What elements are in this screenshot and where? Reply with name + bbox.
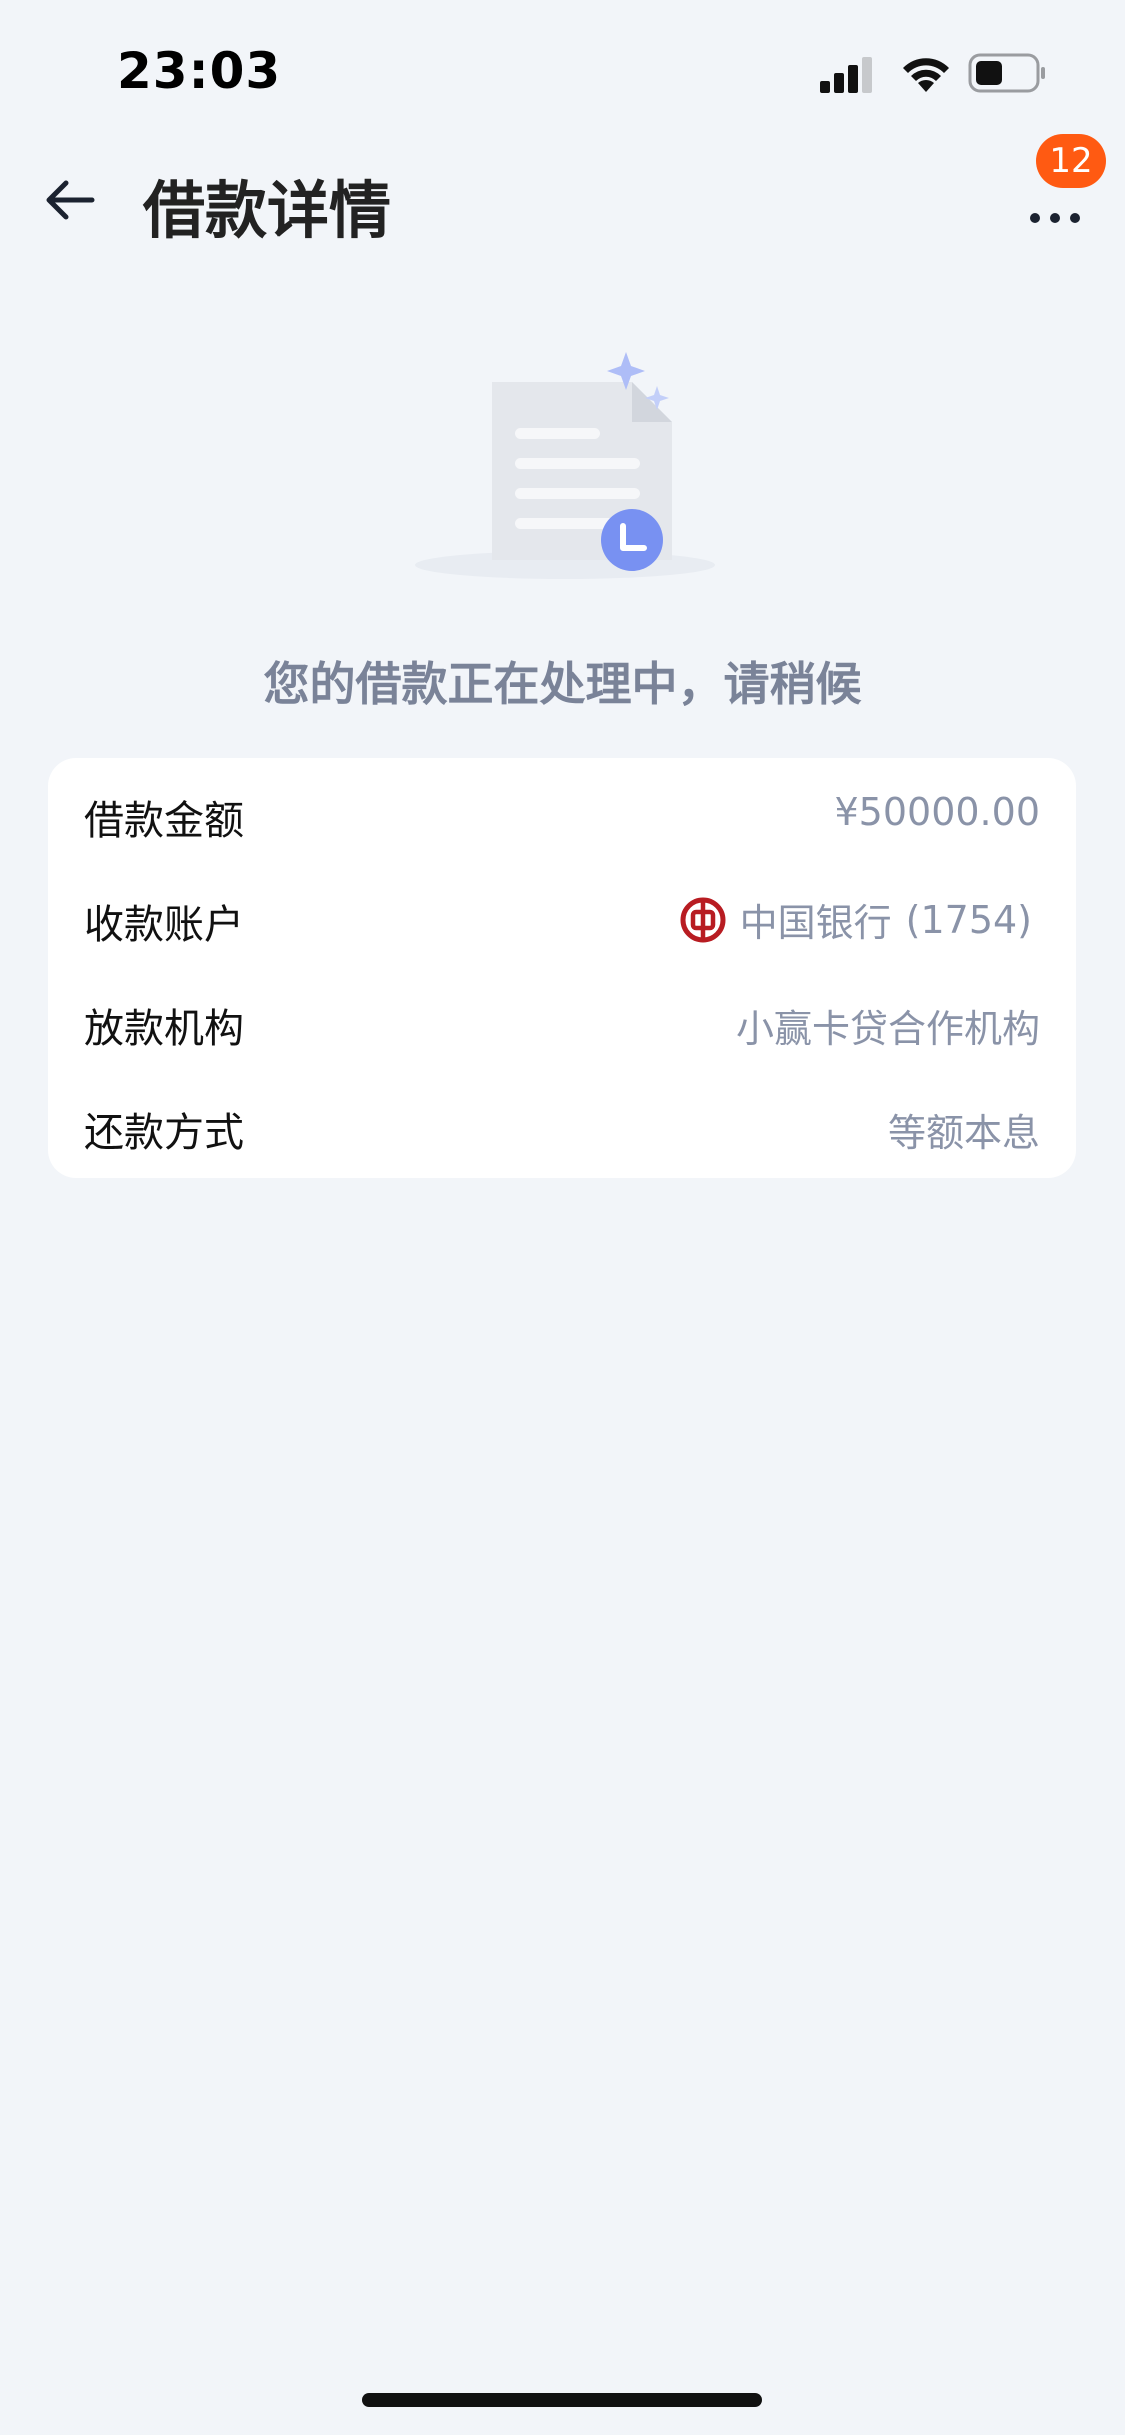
detail-row-receiving-account: 收款账户 中国银行 (1754) — [48, 864, 1076, 968]
document-pending-illustration — [415, 352, 715, 579]
status-time: 23:03 — [117, 42, 282, 100]
receiving-account-label: 收款账户 — [84, 902, 244, 948]
more-button[interactable] — [1025, 180, 1095, 240]
arrow-left-icon — [46, 180, 95, 220]
receiving-account-value: 中国银行 (1754) — [680, 892, 1032, 947]
status-bar: 23:03 — [0, 0, 1125, 140]
home-indicator[interactable] — [362, 2393, 762, 2407]
lending-institution-value: 小赢卡贷合作机构 — [735, 1007, 1040, 1051]
detail-row-loan-amount: 借款金额 ¥50000.00 — [48, 760, 1076, 864]
wifi-icon — [903, 58, 949, 92]
repayment-method-label: 还款方式 — [84, 1110, 244, 1156]
processing-message: 您的借款正在处理中，请稍候 — [263, 657, 862, 711]
loan-detail-card: 借款金额 ¥50000.00 收款账户 中国银行 (1754) 放款机构 小赢卡… — [48, 758, 1076, 1178]
loan-amount-value: ¥50000.00 — [834, 790, 1041, 834]
more-dots-icon — [1030, 213, 1080, 223]
notification-badge: 12 — [1036, 134, 1106, 188]
account-suffix: (1754) — [905, 897, 1032, 942]
repayment-method-value: 等额本息 — [887, 1111, 1040, 1155]
detail-row-repayment-method: 还款方式 等额本息 — [48, 1072, 1076, 1176]
bank-name: 中国银行 — [739, 901, 892, 945]
cellular-signal-icon — [820, 57, 872, 93]
battery-icon — [968, 53, 1045, 93]
lending-institution-label: 放款机构 — [84, 1006, 244, 1052]
detail-row-lending-institution: 放款机构 小赢卡贷合作机构 — [48, 968, 1076, 1072]
page-title: 借款详情 — [143, 174, 392, 247]
bank-of-china-logo — [680, 897, 726, 942]
navigation-bar: 借款详情 — [0, 140, 1125, 260]
back-button[interactable] — [40, 170, 110, 230]
loan-amount-label: 借款金额 — [84, 798, 244, 844]
